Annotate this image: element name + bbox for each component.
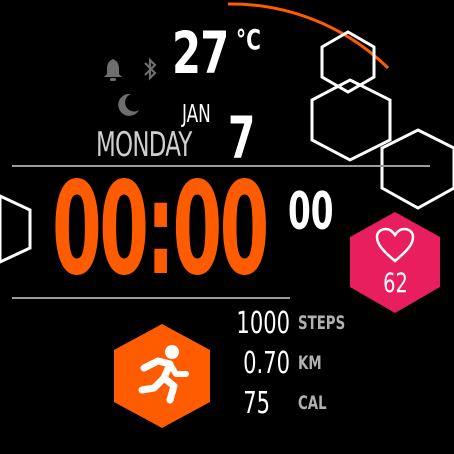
heart-rate-value: 62 xyxy=(382,268,408,299)
hexagon-outline xyxy=(380,128,454,210)
calories-value: 75 xyxy=(243,386,270,421)
temperature-value: 27 xyxy=(172,19,229,87)
heart-icon xyxy=(375,227,415,263)
hexagon-outline xyxy=(0,194,32,264)
time-display: 00:00 xyxy=(52,155,269,304)
steps-label: STEPS xyxy=(298,312,346,334)
moon-icon xyxy=(118,93,139,116)
distance-label: KM xyxy=(298,352,322,374)
distance-value: 0.70 xyxy=(243,346,290,381)
date-month: JAN xyxy=(182,99,211,128)
heart-rate-container[interactable]: 62 xyxy=(360,268,430,299)
hexagon-outline xyxy=(320,30,376,94)
steps-value: 1000 xyxy=(236,306,290,341)
temperature-unit: °C xyxy=(236,23,261,56)
calories-label: CAL xyxy=(298,392,327,414)
bluetooth-icon xyxy=(144,57,157,81)
seconds-display: 00 xyxy=(288,182,334,242)
bell-icon xyxy=(104,59,122,81)
